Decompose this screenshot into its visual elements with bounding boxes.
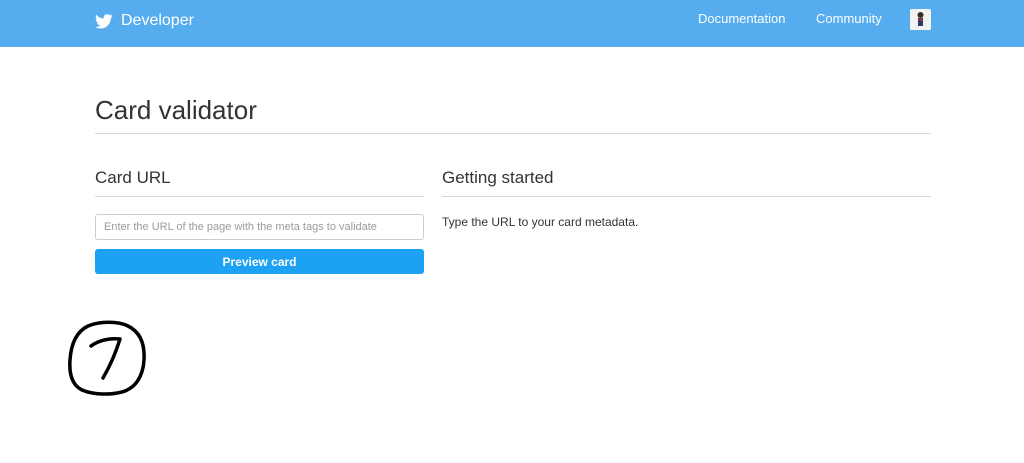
card-url-input[interactable] bbox=[95, 214, 424, 240]
nav-documentation-link[interactable]: Documentation bbox=[698, 11, 785, 26]
nav-community-link[interactable]: Community bbox=[816, 11, 882, 26]
top-navigation-bar: Developer Documentation Community bbox=[0, 0, 1024, 47]
developer-home-link[interactable]: Developer bbox=[95, 9, 194, 33]
handwritten-number-annotation bbox=[68, 320, 146, 396]
preview-card-button[interactable]: Preview card bbox=[95, 249, 424, 274]
getting-started-heading: Getting started bbox=[442, 168, 554, 187]
twitter-bird-icon bbox=[95, 13, 113, 29]
card-url-divider bbox=[95, 196, 424, 197]
user-avatar-icon bbox=[910, 9, 931, 30]
getting-started-text: Type the URL to your card metadata. bbox=[442, 215, 639, 229]
user-avatar[interactable] bbox=[910, 9, 931, 30]
brand-label: Developer bbox=[121, 12, 194, 29]
getting-started-divider bbox=[442, 196, 931, 197]
card-url-heading: Card URL bbox=[95, 168, 171, 187]
title-divider bbox=[95, 133, 931, 134]
page-title: Card validator bbox=[95, 95, 257, 125]
